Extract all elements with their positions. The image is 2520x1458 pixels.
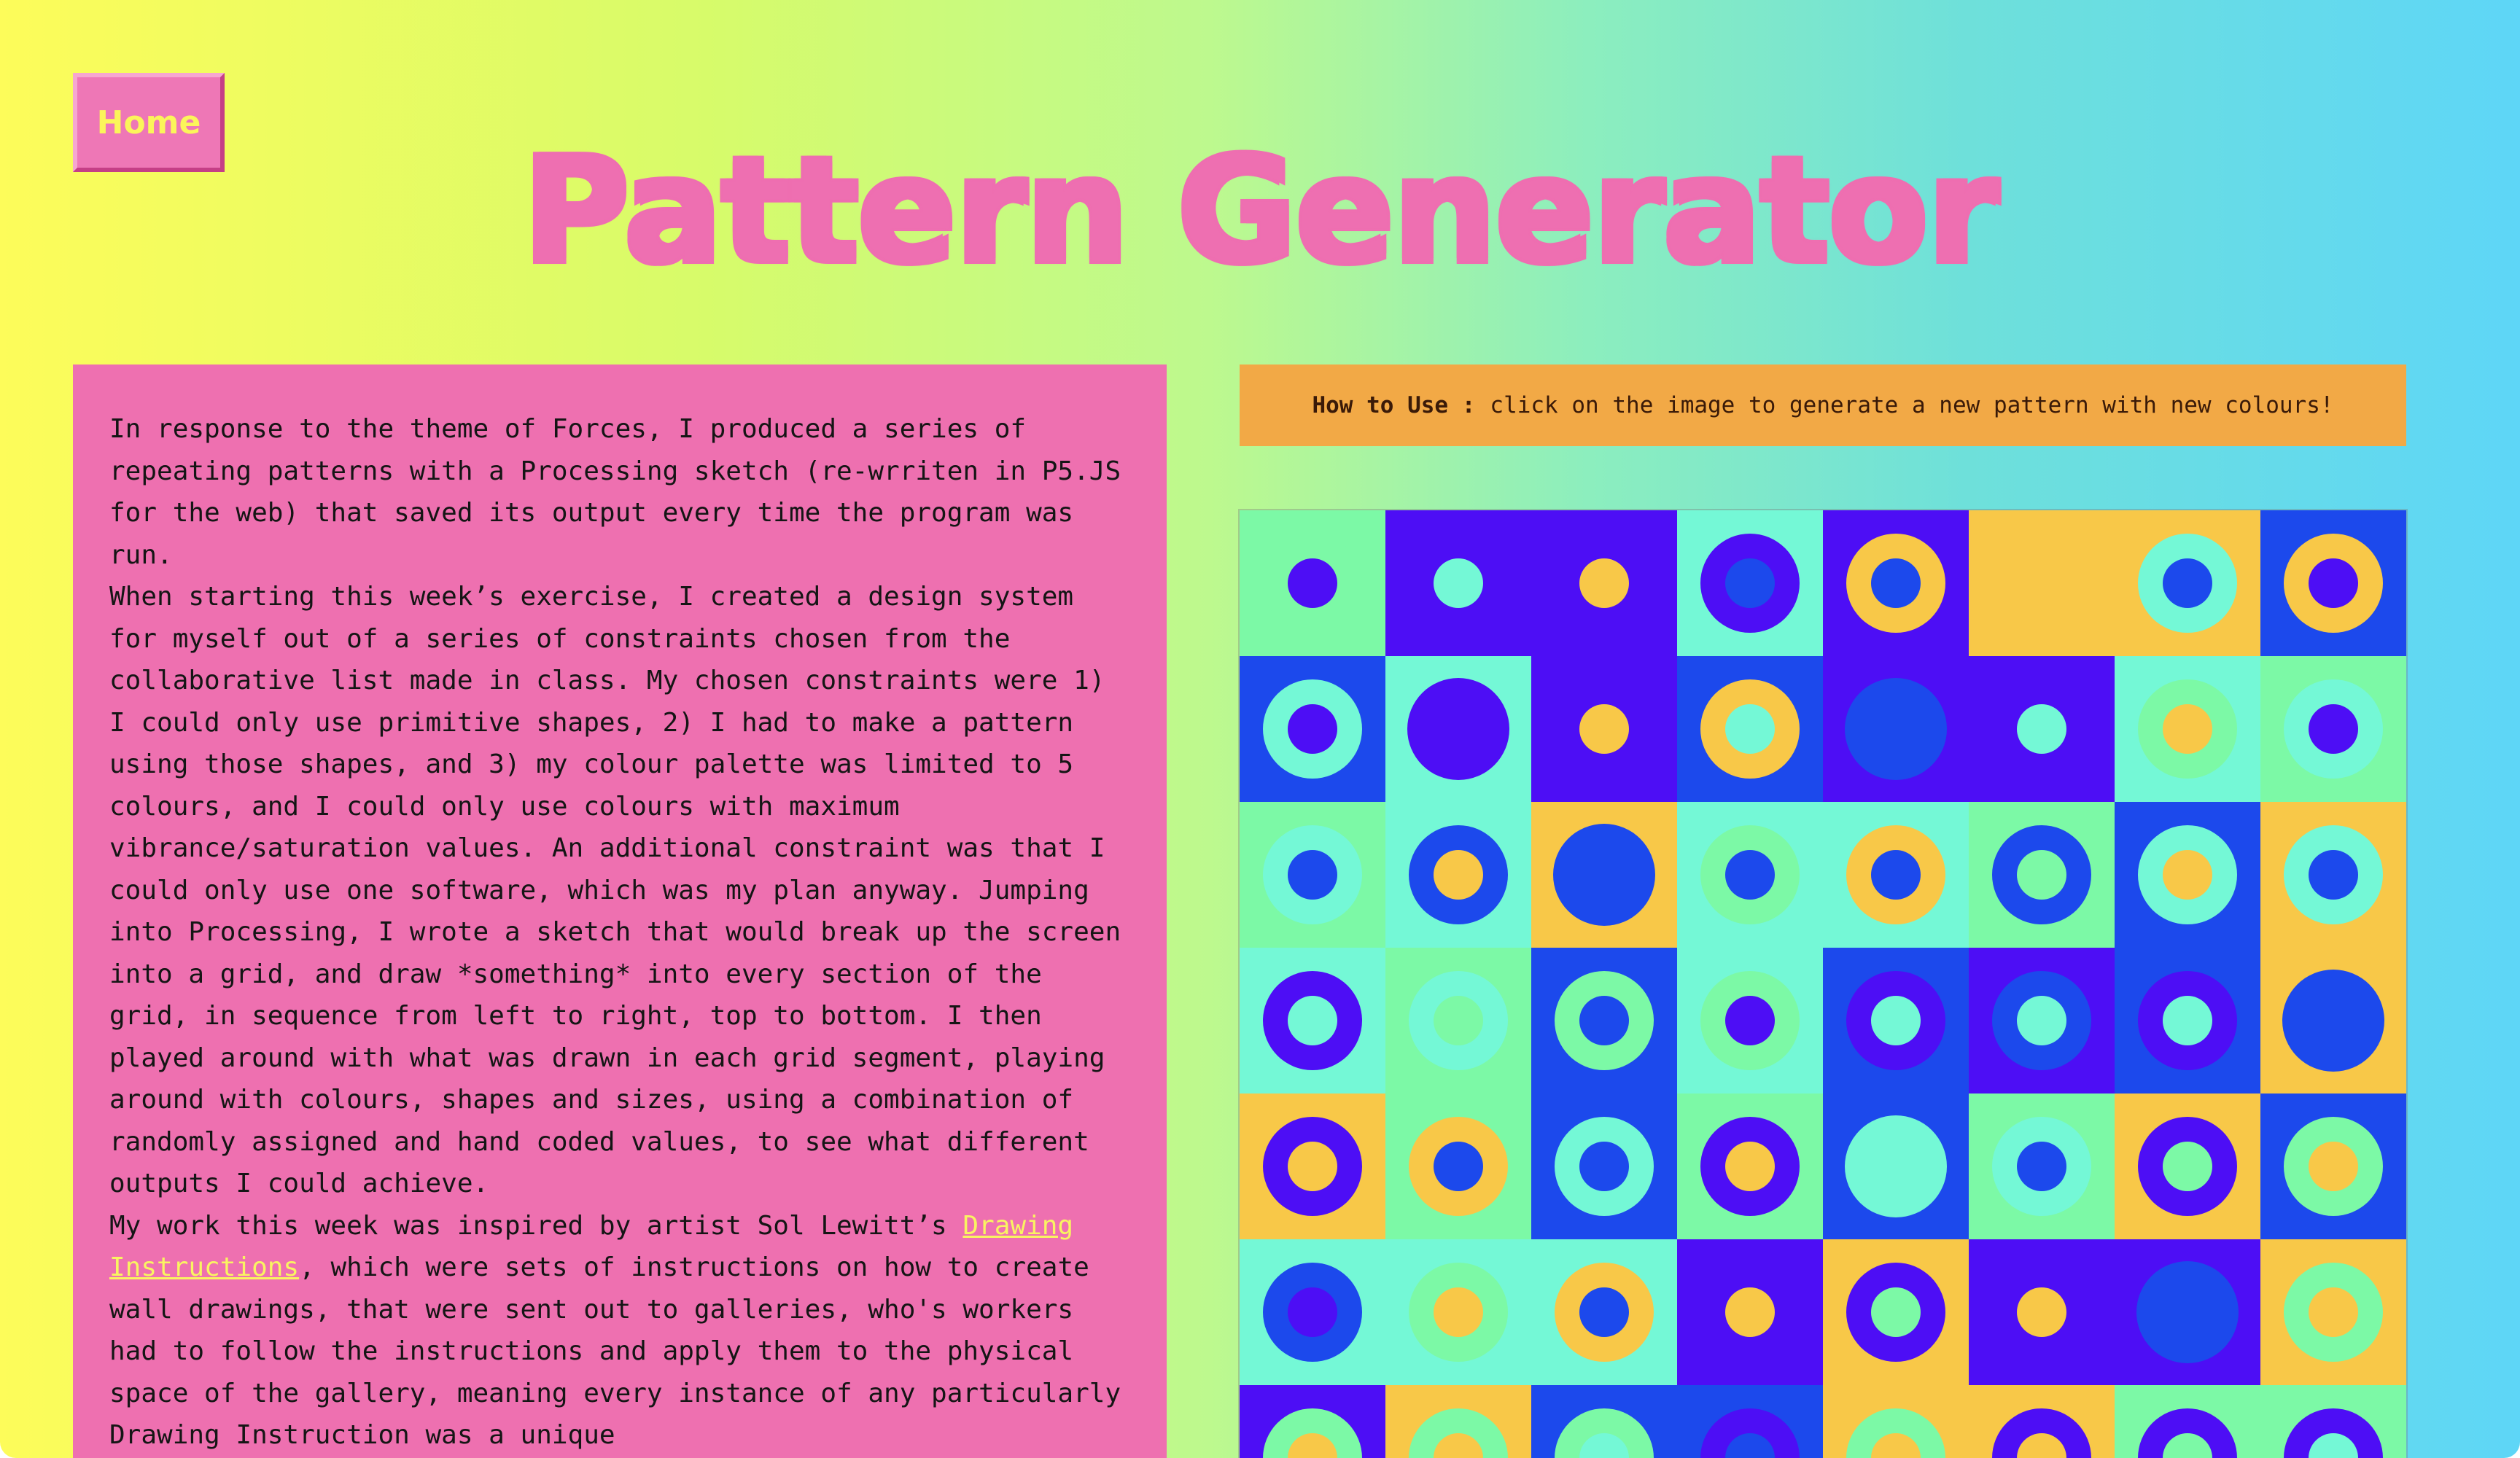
description-paragraph-1: In response to the theme of Forces, I pr…: [109, 414, 1121, 570]
how-to-use-label: How to Use :: [1312, 392, 1476, 418]
how-to-use-text: click on the image to generate a new pat…: [1490, 392, 2334, 418]
pattern-cell[interactable]: [1969, 510, 2115, 656]
pattern-circle: [1871, 996, 1921, 1045]
pattern-circle: [2309, 1142, 2358, 1191]
page-title: Pattern Generator: [522, 126, 1999, 296]
pattern-circle: [2136, 1261, 2239, 1363]
pattern-circle: [1579, 1142, 1629, 1191]
description-panel[interactable]: In response to the theme of Forces, I pr…: [73, 364, 1167, 1458]
pattern-circle: [2309, 704, 2358, 754]
pattern-circle: [1288, 996, 1337, 1045]
how-to-use-banner: How to Use : click on the image to gener…: [1240, 364, 2406, 446]
pattern-circle: [2017, 850, 2066, 900]
pattern-circle: [1725, 850, 1775, 900]
pattern-circle: [2017, 704, 2066, 754]
pattern-circle: [1288, 558, 1337, 608]
pattern-circle: [1434, 850, 1483, 900]
pattern-circle: [1579, 704, 1629, 754]
pattern-circle: [2309, 558, 2358, 608]
pattern-circle: [1725, 1287, 1775, 1337]
pattern-circle: [1725, 704, 1775, 754]
pattern-circle: [1579, 1287, 1629, 1337]
pattern-circle: [1434, 996, 1483, 1045]
pattern-circle: [1407, 678, 1509, 780]
pattern-circle: [2282, 970, 2384, 1072]
pattern-circle: [1288, 1142, 1337, 1191]
pattern-circle: [2017, 996, 2066, 1045]
pattern-circle: [1579, 996, 1629, 1045]
pattern-circle: [1725, 1142, 1775, 1191]
page-background: Home Pattern Generator In response to th…: [0, 0, 2520, 1458]
pattern-circle: [1725, 996, 1775, 1045]
pattern-circle: [2163, 996, 2212, 1045]
pattern-grid[interactable]: [1240, 510, 2406, 1458]
pattern-circle: [2163, 704, 2212, 754]
pattern-circle: [1288, 1287, 1337, 1337]
pattern-circle: [1871, 558, 1921, 608]
paragraph-3-intro: My work this week was inspired by artist…: [109, 1210, 963, 1241]
pattern-circle: [1871, 1287, 1921, 1337]
pattern-circle: [2017, 1142, 2066, 1191]
pattern-circle: [1579, 558, 1629, 608]
pattern-circle: [1434, 1142, 1483, 1191]
pattern-circle: [1434, 558, 1483, 608]
pattern-circle: [2309, 1287, 2358, 1337]
pattern-circle: [1288, 704, 1337, 754]
pattern-circle: [2163, 1142, 2212, 1191]
pattern-circle: [1871, 850, 1921, 900]
pattern-circle: [1434, 1287, 1483, 1337]
pattern-circle: [2163, 558, 2212, 608]
pattern-canvas[interactable]: [1240, 510, 2406, 1458]
pattern-circle: [1845, 1115, 1947, 1217]
pattern-circle: [1553, 824, 1655, 926]
description-paragraph-3: My work this week was inspired by artist…: [109, 1205, 1130, 1457]
pattern-circle: [1288, 850, 1337, 900]
pattern-circle: [2017, 1287, 2066, 1337]
description-paragraph-2: When starting this week’s exercise, I cr…: [109, 582, 1121, 1198]
pattern-circle: [1845, 678, 1947, 780]
pattern-circle: [2309, 850, 2358, 900]
pattern-circle: [2163, 850, 2212, 900]
pattern-circle: [1725, 558, 1775, 608]
